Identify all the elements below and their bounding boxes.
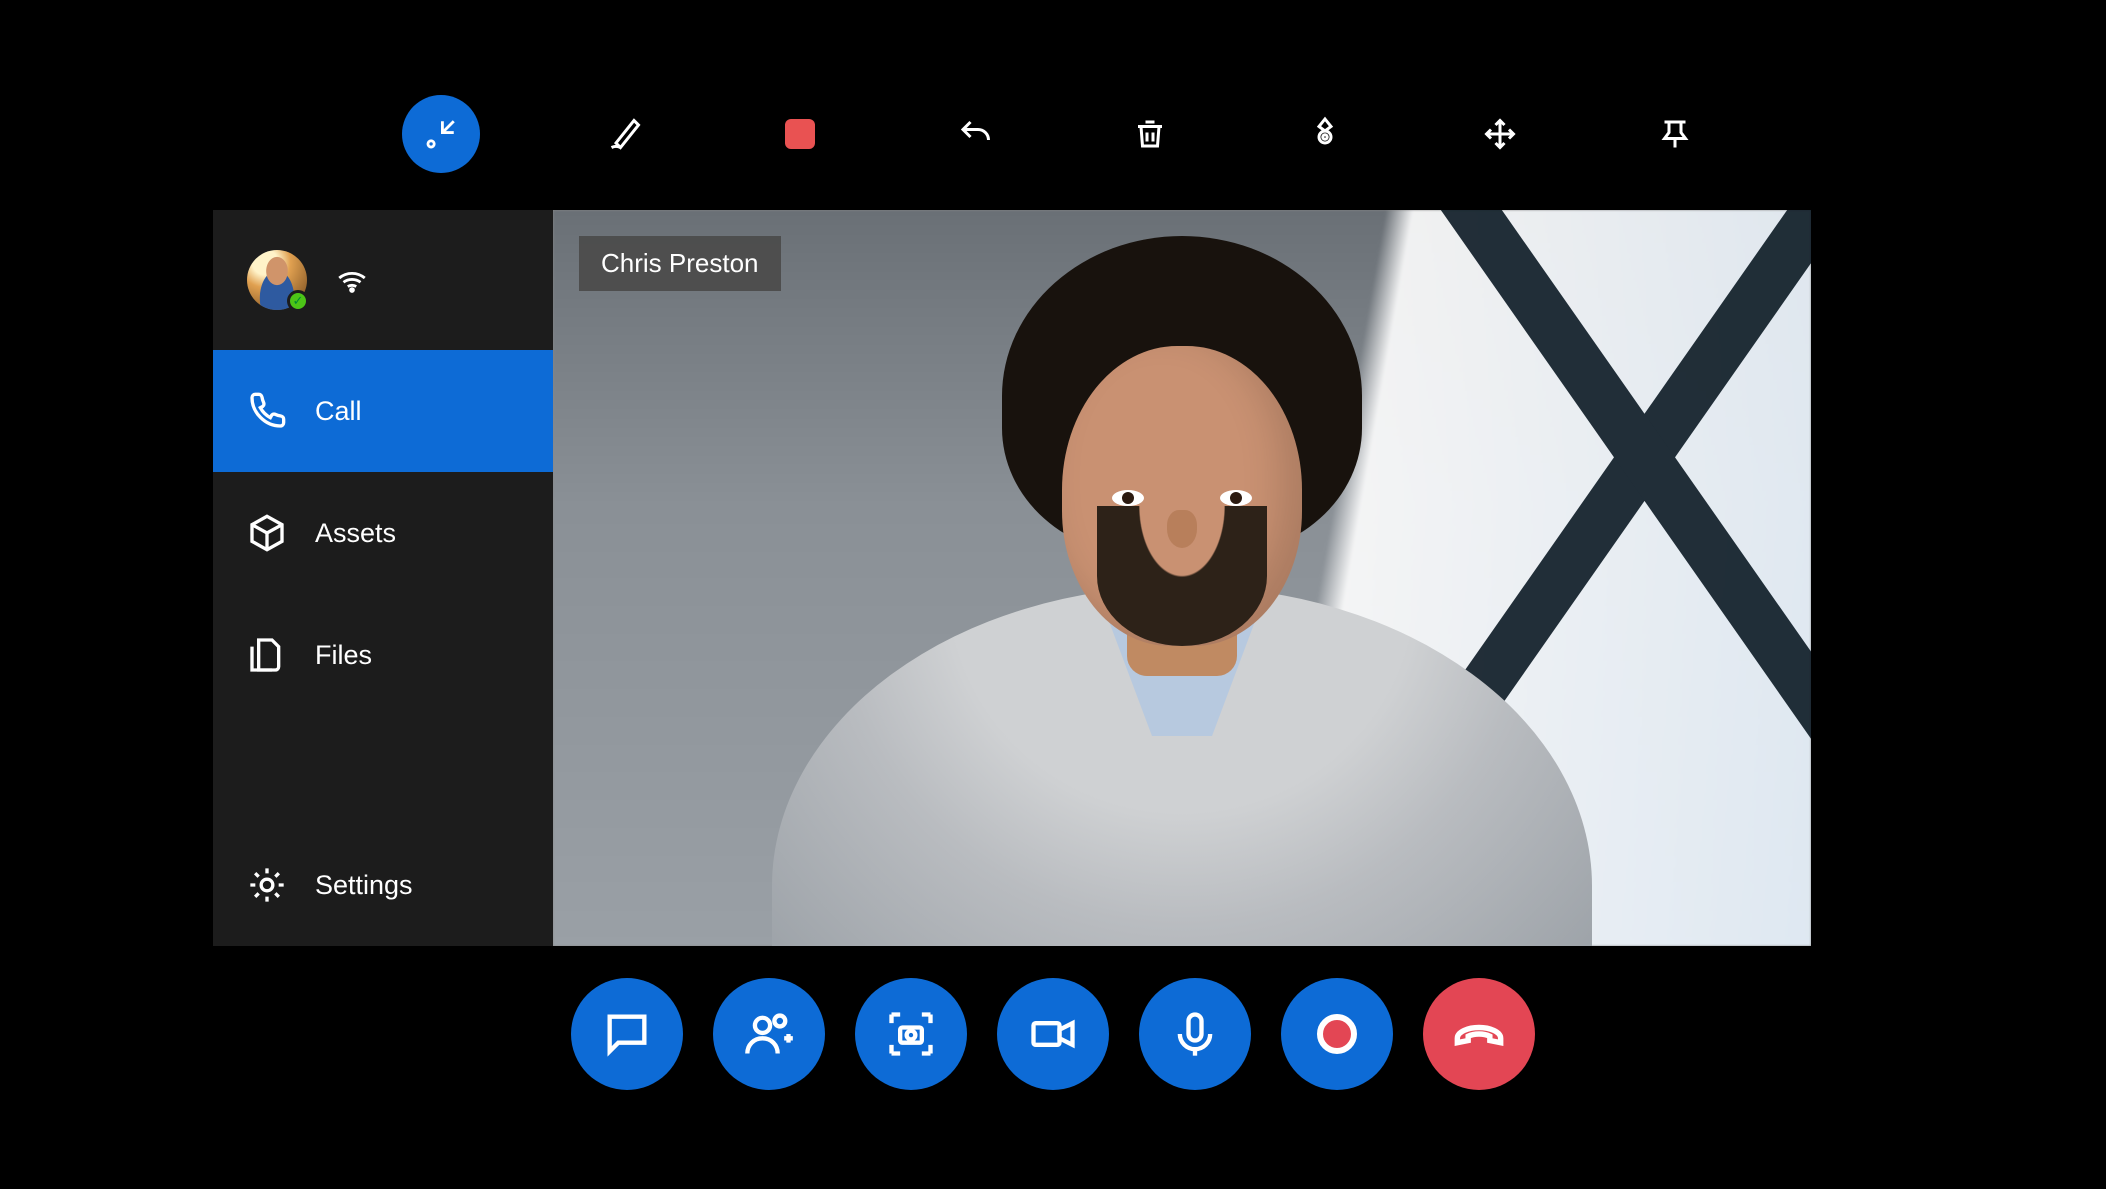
sidebar-item-label: Files [315, 640, 372, 671]
chat-icon [601, 1008, 653, 1060]
stop-record-button[interactable] [770, 104, 830, 164]
annotate-button[interactable] [1295, 104, 1355, 164]
call-controls [0, 978, 2106, 1090]
sidebar-item-label: Assets [315, 518, 396, 549]
snapshot-button[interactable] [855, 978, 967, 1090]
chat-button[interactable] [571, 978, 683, 1090]
camera-capture-icon [885, 1008, 937, 1060]
pin-icon [1657, 116, 1693, 152]
gear-icon [247, 865, 287, 905]
trash-icon [1132, 116, 1168, 152]
end-call-button[interactable] [1423, 978, 1535, 1090]
sidebar-item-files[interactable]: Files [213, 594, 553, 716]
undo-button[interactable] [945, 104, 1005, 164]
minimize-button[interactable] [402, 95, 480, 173]
delete-button[interactable] [1120, 104, 1180, 164]
move-icon [1482, 116, 1518, 152]
connection-icon [335, 261, 369, 300]
profile-area[interactable]: ✓ [213, 210, 553, 350]
annotation-toolbar [0, 95, 2106, 173]
participant-name-tag: Chris Preston [579, 236, 781, 291]
collapse-icon [424, 117, 458, 151]
sidebar: ✓ Call Assets [213, 210, 553, 946]
microphone-button[interactable] [1139, 978, 1251, 1090]
sidebar-item-assets[interactable]: Assets [213, 472, 553, 594]
hangup-icon [1453, 1008, 1505, 1060]
phone-icon [247, 391, 287, 431]
sidebar-item-settings[interactable]: Settings [213, 824, 553, 946]
add-people-icon [743, 1008, 795, 1060]
video-button[interactable] [997, 978, 1109, 1090]
stop-icon [785, 119, 815, 149]
target-icon [1307, 116, 1343, 152]
add-participant-button[interactable] [713, 978, 825, 1090]
record-icon [1317, 1014, 1357, 1054]
assets-icon [247, 513, 287, 553]
record-button[interactable] [1281, 978, 1393, 1090]
move-button[interactable] [1470, 104, 1530, 164]
sidebar-item-label: Settings [315, 870, 413, 901]
files-icon [247, 635, 287, 675]
undo-icon [957, 116, 993, 152]
sidebar-nav: Call Assets Files Settings [213, 350, 553, 946]
pen-icon [607, 116, 643, 152]
presence-badge: ✓ [287, 290, 309, 312]
video-area[interactable]: Chris Preston [553, 210, 1811, 946]
mic-icon [1169, 1008, 1221, 1060]
pin-button[interactable] [1645, 104, 1705, 164]
video-icon [1027, 1008, 1079, 1060]
ink-button[interactable] [595, 104, 655, 164]
participant-video [792, 326, 1572, 946]
sidebar-item-label: Call [315, 396, 362, 427]
sidebar-item-call[interactable]: Call [213, 350, 553, 472]
app-window: ✓ Call Assets [213, 210, 1811, 946]
